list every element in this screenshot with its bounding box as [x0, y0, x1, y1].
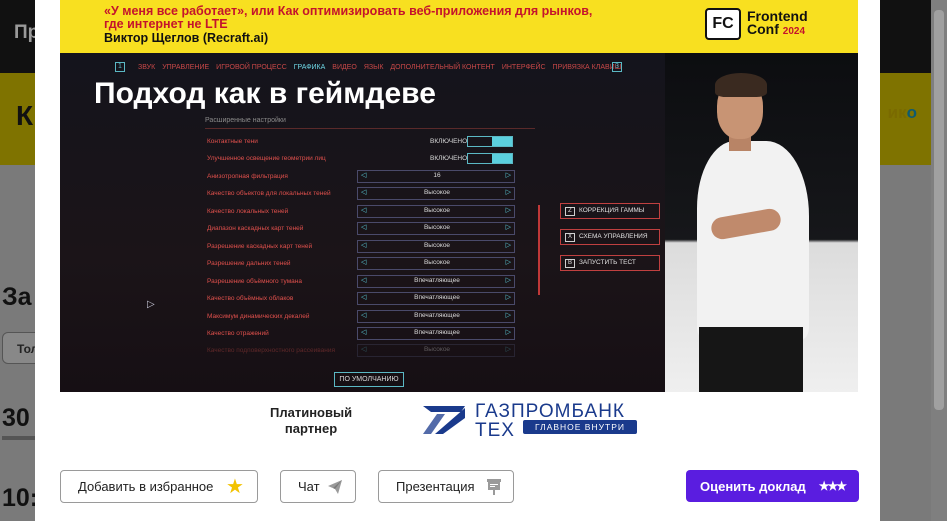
background-number: 30: [2, 404, 30, 432]
setting-row: Диапазон каскадных карт теней Высокое: [207, 222, 517, 237]
default-button: ПО УМОЛЧАНИЮ: [334, 372, 404, 387]
tab-key-left: 1: [115, 62, 125, 72]
video-player[interactable]: «У меня все работает», или Как оптимизир…: [60, 0, 858, 392]
add-to-favorites-button[interactable]: Добавить в избранное ★: [60, 470, 258, 503]
chat-button[interactable]: Чат: [280, 470, 356, 503]
scrollbar-thumb[interactable]: [934, 10, 944, 410]
speaker-shirt: [697, 141, 809, 339]
speaker-name: Виктор Щеглов (Recraft.ai): [104, 31, 269, 45]
conf-name: Frontend Conf 2024: [747, 8, 808, 37]
side-button: X СХЕМА УПРАВЛЕНИЯ: [560, 229, 660, 245]
setting-row: Контактные тени ВКЛЮЧЕНО: [207, 136, 517, 150]
rate-talk-label: Оценить доклад: [700, 478, 806, 494]
presentation-icon: [487, 479, 501, 495]
add-to-favorites-label: Добавить в избранное: [78, 479, 214, 494]
setting-row: Улучшенное освещение геометрии лиц ВКЛЮЧ…: [207, 153, 517, 167]
presentation-button[interactable]: Презентация: [378, 470, 514, 503]
slide-game-settings: 1 ЗВУК УПРАВЛЕНИЕ ИГРОВОЙ ПРОЦЕСС ГРАФИК…: [60, 53, 665, 392]
background-logo-fragment: ико: [887, 103, 917, 122]
talk-title-line-1: «У меня все работает», или Как оптимизир…: [104, 4, 593, 18]
game-tab: ЗВУК: [138, 64, 156, 71]
game-tab: ИНТЕРФЕЙС: [501, 64, 546, 71]
game-tab: ДОПОЛНИТЕЛЬНЫЙ КОНТЕНТ: [390, 64, 495, 71]
conf-year: 2024: [782, 26, 806, 37]
gazprombank-logo-icon: [423, 406, 465, 434]
game-tab: ЯЗЫК: [363, 64, 384, 71]
partner-label: Платиновый партнер: [270, 405, 353, 436]
side-button: Z КОРРЕКЦИЯ ГАММЫ: [560, 203, 660, 219]
speaker-pants: [699, 327, 803, 392]
game-tab-active: ГРАФИКА: [293, 64, 326, 71]
game-tab: ИГРОВОЙ ПРОЦЕСС: [216, 64, 287, 71]
speaker-video: [665, 53, 858, 392]
talk-modal: «У меня все работает», или Как оптимизир…: [35, 0, 880, 521]
setting-row: Качество локальных теней Высокое: [207, 205, 517, 220]
slide-title: Подход как в геймдеве: [94, 77, 436, 110]
stars-icon: ★★★: [818, 479, 847, 493]
setting-row: Качество подповерхностного рассеивания В…: [207, 344, 517, 359]
setting-row: Разрешение объёмного тумана Впечатляющее: [207, 275, 517, 290]
speaker-hair: [715, 73, 767, 97]
background-hero-text: К: [16, 100, 34, 131]
side-button: B ЗАПУСТИТЬ ТЕСТ: [560, 255, 660, 271]
page-scrollbar[interactable]: [931, 0, 947, 521]
talk-title-line-2: где интернет не LTE: [104, 17, 228, 31]
background-heading: За: [2, 283, 32, 311]
tab-key-right: 3: [612, 62, 622, 72]
setting-row: Максимум динамических декалей Впечатляющ…: [207, 310, 517, 325]
section-divider: [205, 128, 535, 129]
game-tabs: ЗВУК УПРАВЛЕНИЕ ИГРОВОЙ ПРОЦЕСС ГРАФИКА …: [138, 64, 621, 71]
toggle-icon: [467, 153, 513, 164]
background-time: 10:: [2, 484, 39, 512]
setting-row: Качество объектов для локальных теней Вы…: [207, 187, 517, 202]
setting-row: Качество отражений Впечатляющее: [207, 327, 517, 342]
setting-row: Качество объёмных облаков Впечатляющее: [207, 292, 517, 307]
chat-label: Чат: [298, 479, 320, 494]
toggle-icon: [467, 136, 513, 147]
conf-logo-icon: FC: [705, 8, 741, 40]
settings-section-label: Расширенные настройки: [205, 117, 286, 124]
video-banner: «У меня все работает», или Как оптимизир…: [60, 0, 858, 53]
send-icon: [328, 480, 342, 494]
cursor-icon: ▷: [147, 299, 155, 310]
game-tab: ВИДЕО: [332, 64, 357, 71]
star-icon: ★: [226, 476, 244, 498]
game-tab: ПРИВЯЗКА КЛАВИШ: [552, 64, 622, 71]
setting-row: Анизотропная фильтрация 16: [207, 170, 517, 185]
partner-tagline: ГЛАВНОЕ ВНУТРИ: [523, 420, 637, 434]
presentation-label: Презентация: [396, 479, 475, 494]
rate-talk-button[interactable]: Оценить доклад ★★★: [686, 470, 859, 502]
game-tab: УПРАВЛЕНИЕ: [162, 64, 210, 71]
setting-row: Разрешение каскадных карт теней Высокое: [207, 240, 517, 255]
scroll-indicator: [538, 205, 540, 295]
setting-row: Разрешение дальних теней Высокое: [207, 257, 517, 272]
